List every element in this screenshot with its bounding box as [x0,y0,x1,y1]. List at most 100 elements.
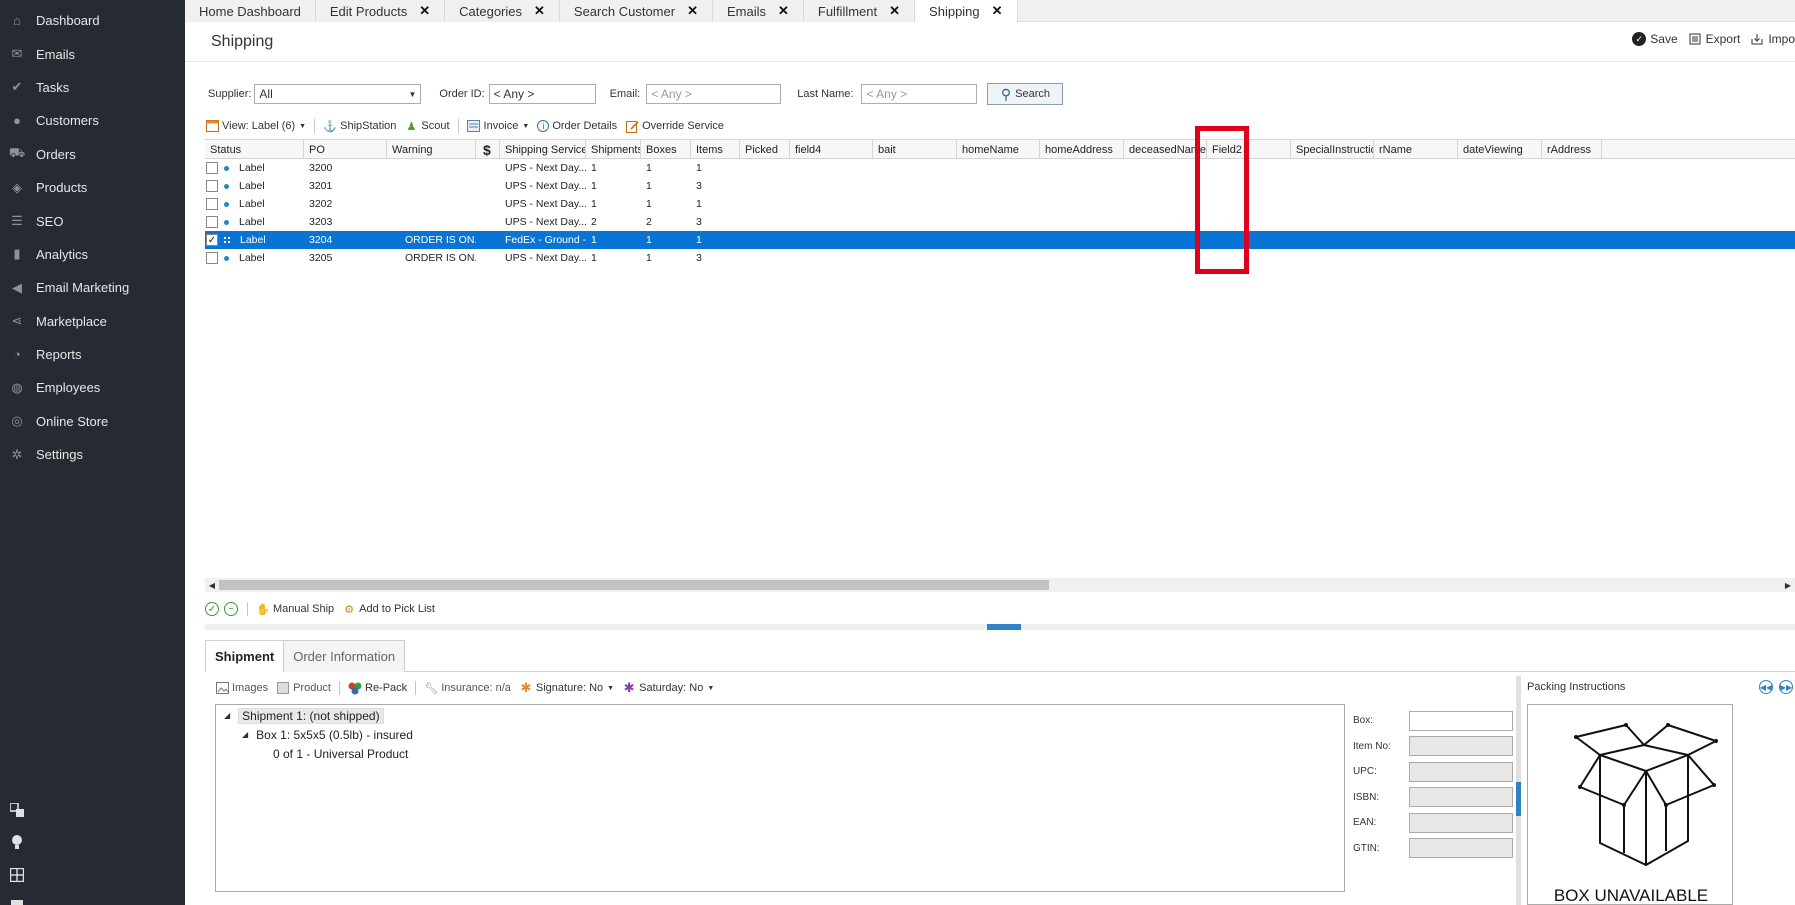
shipment-node[interactable]: Shipment 1: (not shipped) [238,707,384,724]
column-header-field2[interactable]: Field2 [1207,140,1291,159]
sidebar-item-tasks[interactable]: ✔ Tasks [0,71,185,104]
row-checkbox[interactable] [206,162,218,174]
close-icon[interactable]: ✕ [534,3,545,19]
horizontal-splitter[interactable] [205,624,1795,630]
sidebar-item-employees[interactable]: ◍ Employees [0,371,185,404]
column-header-warning[interactable]: Warning [387,140,476,159]
column-header-shipping-service[interactable]: Shipping Service [500,140,586,159]
grid-icon[interactable] [8,866,26,884]
close-icon[interactable]: ✕ [992,3,1003,19]
sidebar-item-customers[interactable]: ● Customers [0,104,185,137]
repack-button[interactable]: Re-Pack [348,681,407,695]
splitter-handle[interactable] [987,624,1021,630]
column-header-price[interactable]: $ [476,140,500,159]
vertical-splitter[interactable] [1516,676,1521,905]
sidebar-item-seo[interactable]: ☰ SEO [0,204,185,237]
row-checkbox[interactable] [206,252,218,264]
export-button[interactable]: Export [1688,32,1740,46]
isbn-field[interactable] [1409,787,1513,808]
insurance-button[interactable]: 🔧︎ Insurance: n/a [424,681,511,695]
tab-fulfillment[interactable]: Fulfillment ✕ [803,0,916,22]
tab-order-information[interactable]: Order Information [283,640,406,672]
lightbulb-icon[interactable] [8,833,26,851]
tree-item-row[interactable]: 0 of 1 - Universal Product [216,744,1344,763]
sidebar-item-products[interactable]: ◈ Products [0,171,185,204]
scroll-left-icon[interactable]: ◀ [205,578,219,592]
column-header-status[interactable]: Status [205,140,304,159]
scout-button[interactable]: ♟ Scout [404,119,449,133]
order-details-button[interactable]: i Order Details [537,120,617,132]
close-icon[interactable]: ✕ [889,3,900,19]
column-header-homeaddress[interactable]: homeAddress [1040,140,1124,159]
expand-triangle-icon[interactable]: ◢ [224,711,230,720]
column-header-field4[interactable]: field4 [790,140,873,159]
sidebar-item-emails[interactable]: ✉ Emails [0,37,185,70]
column-header-homename[interactable]: homeName [957,140,1040,159]
view-dropdown[interactable]: View: Label (6) ▼ [205,119,306,133]
override-service-button[interactable]: Override Service [625,119,724,133]
row-checkbox[interactable]: ✓ [206,234,218,246]
tab-search-customer[interactable]: Search Customer ✕ [559,0,713,22]
column-header-deceasedname[interactable]: deceasedName [1124,140,1207,159]
box-node[interactable]: Box 1: 5x5x5 (0.5lb) - insured [256,728,413,742]
previous-icon[interactable]: ◀◀ [1759,680,1773,694]
email-input[interactable]: < Any > [646,84,782,104]
column-header-picked[interactable]: Picked [740,140,790,159]
row-checkbox[interactable] [206,198,218,210]
shipstation-button[interactable]: ⚓ ShipStation [323,119,396,133]
row-checkbox[interactable] [206,216,218,228]
column-header-raddress[interactable]: rAddress [1542,140,1602,159]
item-no-field[interactable] [1409,736,1513,757]
images-button[interactable]: Images [215,681,268,695]
close-icon[interactable]: ✕ [687,3,698,19]
saturday-dropdown[interactable]: ✱ Saturday: No ▼ [622,680,715,695]
next-icon[interactable]: ▶▶ [1779,680,1793,694]
ean-field[interactable] [1409,812,1513,833]
column-header-boxes[interactable]: Boxes [641,140,691,159]
sidebar-item-reports[interactable]: ◔ Reports [0,338,185,371]
sidebar-item-online-store[interactable]: ◎ Online Store [0,405,185,438]
close-icon[interactable]: ✕ [778,3,789,19]
horizontal-scrollbar[interactable]: ◀ ▶ [205,578,1795,592]
search-button[interactable]: ⚲ Search [987,83,1064,105]
tab-shipment[interactable]: Shipment [205,640,285,672]
gtin-field[interactable] [1409,838,1513,859]
table-row[interactable]: Label 3201 UPS - Next Day... 1 1 3 [205,177,1795,195]
minus-circle-icon[interactable]: − [224,602,238,616]
tree-shipment-row[interactable]: ◢ Shipment 1: (not shipped) [216,706,1344,725]
last-name-input[interactable]: < Any > [861,84,978,104]
calendar-icon[interactable] [8,896,26,905]
signature-dropdown[interactable]: ✱ Signature: No ▼ [519,680,614,695]
splitter-handle[interactable] [1516,782,1521,816]
import-button[interactable]: Impo [1750,32,1795,46]
tab-emails[interactable]: Emails ✕ [712,0,804,22]
expand-triangle-icon[interactable]: ◢ [242,730,248,739]
row-checkbox[interactable] [206,180,218,192]
table-row[interactable]: Label 3203 UPS - Next Day... 2 2 3 [205,213,1795,231]
table-row[interactable]: Label 3200 UPS - Next Day... 1 1 1 [205,159,1795,177]
scroll-right-icon[interactable]: ▶ [1781,578,1795,592]
sidebar-item-settings[interactable]: ✲ Settings [0,438,185,471]
save-button[interactable]: ✓ Save [1632,32,1678,46]
add-to-pick-list-button[interactable]: ⚙ Add to Pick List [342,602,435,616]
scrollbar-thumb[interactable] [219,580,1049,590]
close-icon[interactable]: ✕ [419,3,430,19]
manual-ship-button[interactable]: ✋ Manual Ship [256,602,334,616]
column-header-shipments[interactable]: Shipments [586,140,641,159]
tree-box-row[interactable]: ◢ Box 1: 5x5x5 (0.5lb) - insured [216,725,1344,744]
column-header-bait[interactable]: bait [873,140,957,159]
tab-shipping[interactable]: Shipping ✕ [915,0,1018,22]
column-header-items[interactable]: Items [691,140,740,159]
table-row[interactable]: ✓ Label 3204 ORDER IS ON... FedEx - Ground -… [205,231,1795,249]
product-button[interactable]: Product [276,681,331,695]
column-header-specialinstruction[interactable]: SpecialInstruction [1291,140,1374,159]
windows-icon[interactable] [8,801,26,819]
column-header-rname[interactable]: rName [1374,140,1458,159]
tab-categories[interactable]: Categories ✕ [445,0,560,22]
upc-field[interactable] [1409,761,1513,782]
supplier-select[interactable]: All ▼ [254,84,422,104]
column-header-po[interactable]: PO [304,140,387,159]
check-circle-icon[interactable]: ✓ [205,602,219,616]
table-row[interactable]: Label 3202 UPS - Next Day... 1 1 1 [205,195,1795,213]
box-field[interactable] [1409,710,1513,731]
